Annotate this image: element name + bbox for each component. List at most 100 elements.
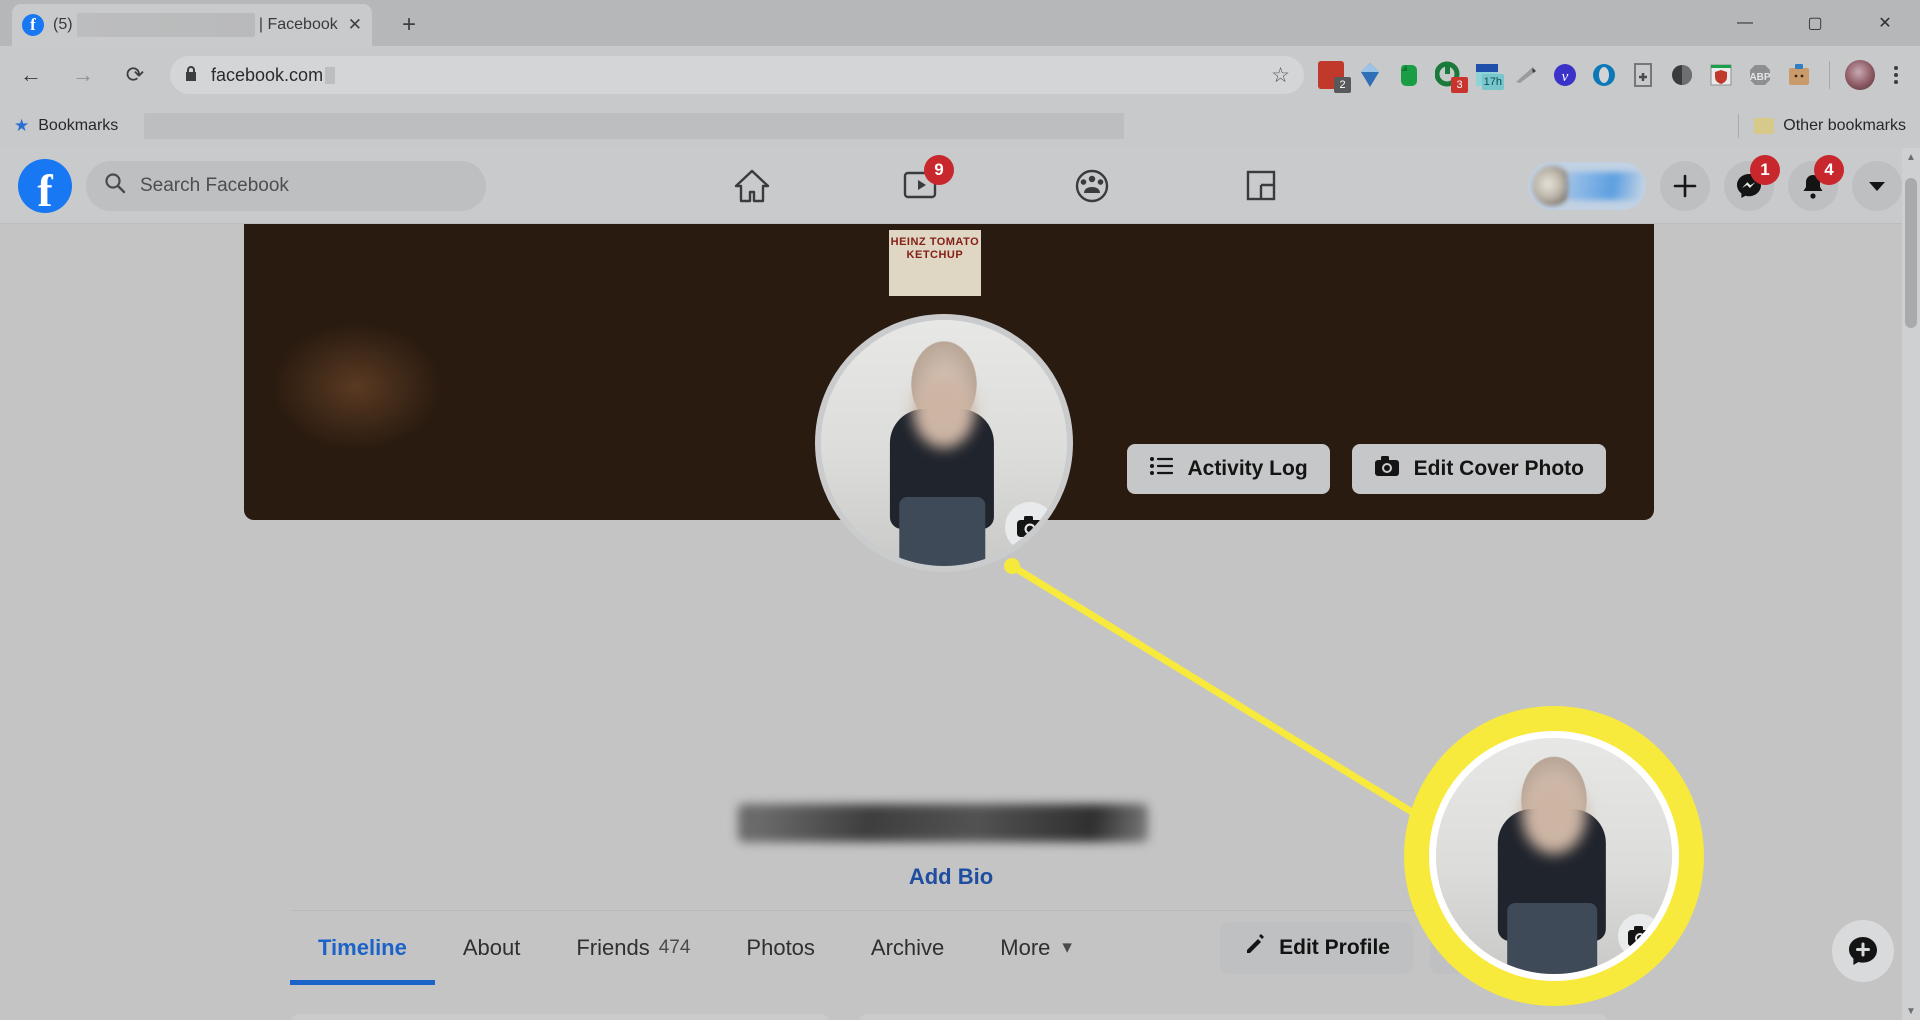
folder-icon [1754,118,1775,134]
toolbar-divider [1829,61,1830,89]
address-bar[interactable]: facebook.com ☆ [170,56,1341,94]
tab-unread-count: (5) [53,16,73,33]
reload-icon[interactable]: ⟳ [114,54,156,96]
diamond-extension-icon[interactable] [1355,60,1385,90]
extension-badge: 2 [1334,77,1351,93]
nav-gaming-icon[interactable] [1232,159,1292,213]
cover-actions: Activity Log Edit Cover Photo [1127,444,1606,494]
scroll-down-icon[interactable]: ▼ [1902,1002,1920,1020]
dark-circle-extension-icon[interactable] [1667,60,1697,90]
maximize-icon[interactable]: ▢ [1780,0,1850,46]
edit-profile-label: Edit Profile [1279,935,1390,959]
scrollbar-thumb[interactable] [1905,178,1917,328]
page-scrollbar[interactable]: ▲ ▼ [1902,148,1920,1020]
tab-photos-label: Photos [746,934,815,960]
profile-photo-jeans [899,497,986,566]
messenger-badge: 1 [1750,154,1780,185]
extension-badge: 17h [1481,74,1504,90]
cover-label: HEINZ TOMATO KETCHUP [888,230,981,296]
tab-timeline[interactable]: Timeline [290,911,435,985]
profile-name-redacted [1568,171,1642,200]
annotation-callout [1404,706,1704,1006]
account-menu-button[interactable] [1852,160,1902,211]
tab-archive[interactable]: Archive [843,911,972,985]
profile-name-redacted [738,804,1148,842]
tab-friends-label: Friends [576,934,650,960]
callout-face-blurred [1522,775,1586,854]
profile-pill-button[interactable] [1528,161,1646,210]
watch-badge: 9 [924,154,954,185]
red-notes-extension-icon[interactable]: 2 [1316,60,1351,93]
nav-home-icon[interactable] [722,159,782,213]
other-bookmarks-label: Other bookmarks [1783,117,1906,134]
tab-photos[interactable]: Photos [718,911,843,985]
post-composer: What's on your mind? Photo/Video Tag Fri… [858,1014,1608,1020]
list-icon [1149,456,1174,482]
notes-add-extension-icon[interactable] [1628,60,1658,90]
nav-groups-icon[interactable] [1062,159,1122,213]
bookmarks-redacted [144,113,1125,139]
lastpass-extension-icon[interactable] [1706,60,1736,90]
annotation-highlight-ring [1404,706,1704,1006]
chrome-profile-avatar[interactable] [1845,60,1875,90]
extension-toolbar: 2 3 17h v ABP [1316,60,1920,93]
facebook-nav-right: 1 4 [1528,154,1902,211]
close-icon[interactable]: ✕ [348,15,362,35]
grammarly-extension-icon[interactable] [1511,60,1541,90]
callout-camera-icon[interactable] [1618,914,1662,958]
bookmark-star-icon[interactable]: ☆ [1271,63,1290,88]
chrome-menu-kebab-icon[interactable] [1894,66,1898,84]
callout-jeans [1507,903,1598,974]
lock-icon [184,65,198,86]
adblock-plus-extension-icon[interactable]: ABP [1745,60,1775,90]
facebook-logo-icon[interactable]: f [18,158,72,214]
browser-tab[interactable]: f (5) | Facebook ✕ [12,4,372,46]
activity-log-button[interactable]: Activity Log [1127,444,1330,494]
other-bookmarks[interactable]: Other bookmarks [1738,114,1906,138]
annotation-zoomed-photo [1429,731,1679,981]
pocket-extension-icon[interactable]: 3 [1433,60,1468,93]
profile-avatar [1532,165,1572,206]
search-input[interactable]: Search Facebook [86,160,486,211]
tab-about[interactable]: About [435,911,549,985]
notifications-button[interactable]: 4 [1788,154,1844,211]
close-window-icon[interactable]: ✕ [1850,0,1920,46]
profile-photo[interactable] [815,314,1073,572]
bookmark-divider [1738,114,1740,138]
vimeo-extension-icon[interactable]: v [1550,60,1580,90]
new-message-button[interactable] [1832,920,1894,982]
calendar-extension-icon[interactable]: 17h [1472,60,1504,90]
pencil-icon [1244,933,1266,962]
window-controls: — ▢ ✕ [1710,0,1920,46]
activity-log-label: Activity Log [1187,457,1308,480]
tab-timeline-label: Timeline [318,934,407,960]
search-icon [104,172,126,200]
scroll-up-icon[interactable]: ▲ [1902,148,1920,166]
svg-text:v: v [1562,69,1569,85]
bookmarks-folder[interactable]: ★ Bookmarks [14,116,118,136]
forward-icon[interactable]: → [62,54,104,96]
messenger-button[interactable]: 1 [1724,154,1780,211]
profile-photo-camera-button[interactable] [1005,502,1055,552]
box-extension-icon[interactable] [1784,60,1814,90]
new-tab-button[interactable]: + [392,9,426,41]
opera-extension-icon[interactable] [1589,60,1619,90]
chevron-down-icon: ▾ [1062,937,1072,958]
profile-photo-face-blurred [913,374,975,449]
facebook-favicon-icon: f [22,14,44,36]
create-button[interactable] [1660,160,1710,211]
tab-more[interactable]: More ▾ [972,911,1100,985]
tab-about-label: About [462,934,521,960]
evernote-extension-icon[interactable] [1394,60,1424,90]
edit-cover-photo-button[interactable]: Edit Cover Photo [1351,444,1606,494]
nav-watch-icon[interactable]: 9 [892,154,954,213]
bookmarks-label: Bookmarks [38,117,119,134]
notifications-badge: 4 [1814,154,1844,185]
tab-friends-count: 474 [658,936,691,958]
tab-friends[interactable]: Friends 474 [548,911,718,985]
camera-icon [1374,455,1400,483]
edit-profile-button[interactable]: Edit Profile [1220,921,1414,974]
minimize-icon[interactable]: — [1710,0,1780,46]
browser-tab-strip: f (5) | Facebook ✕ + — ▢ ✕ [0,0,1920,46]
back-icon[interactable]: ← [10,54,52,96]
